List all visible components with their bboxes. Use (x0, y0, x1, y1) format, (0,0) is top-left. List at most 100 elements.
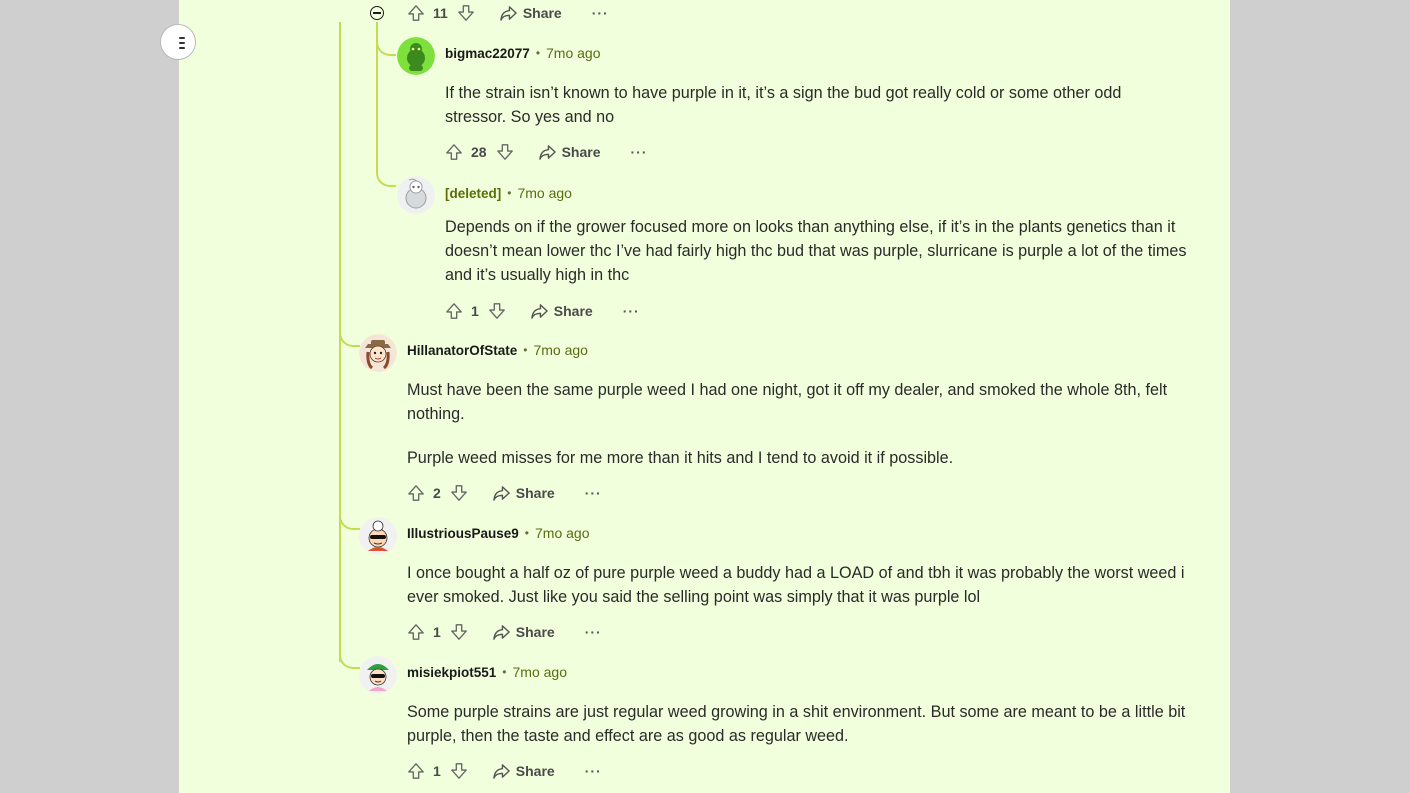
downvote-button[interactable] (496, 143, 514, 161)
downvote-button[interactable] (450, 484, 468, 502)
upvote-icon (408, 763, 424, 779)
timestamp[interactable]: 7mo ago (513, 664, 567, 680)
meta-separator: • (535, 46, 541, 60)
upvote-button[interactable] (407, 484, 425, 502)
share-icon (500, 5, 517, 21)
avatar (397, 176, 435, 214)
comment-body: Depends on if the grower focused more on… (445, 215, 1190, 287)
sidebar-toggle-button[interactable] (160, 24, 196, 60)
share-label: Share (522, 5, 562, 21)
upvote-button[interactable] (445, 143, 463, 161)
upvote-icon (408, 5, 424, 21)
comment-body: Some purple strains are just regular wee… (407, 700, 1197, 748)
comment-meta: bigmac22077 • 7mo ago (445, 45, 601, 61)
upvote-button[interactable] (445, 302, 463, 320)
username[interactable]: bigmac22077 (445, 46, 530, 61)
vote-count: 1 (471, 303, 479, 319)
comment-text: Must have been the same purple weed I ha… (407, 381, 1168, 423)
comment-text: If the strain isn’t known to have purple… (445, 84, 1122, 126)
username[interactable]: HillanatorOfState (407, 343, 517, 358)
share-button[interactable]: Share (492, 763, 555, 780)
comment-body: I once bought a half oz of pure purple w… (407, 561, 1197, 609)
comment-meta: HillanatorOfState • 7mo ago (407, 342, 588, 358)
share-button[interactable]: Share (538, 144, 601, 161)
meta-separator: • (502, 665, 507, 679)
avatar[interactable] (359, 334, 397, 372)
vote-count: 11 (433, 5, 448, 21)
meta-separator: • (523, 343, 528, 357)
timestamp[interactable]: 7mo ago (517, 185, 571, 201)
timestamp[interactable]: 7mo ago (533, 342, 587, 358)
parent-comment-actions: 11 Share ··· (407, 2, 609, 24)
comment-meta: misiekpiot551 • 7mo ago (407, 664, 567, 680)
share-label: Share (515, 624, 555, 640)
share-label: Share (561, 144, 601, 160)
comment-meta: [deleted] • 7mo ago (445, 185, 572, 201)
comment-body: If the strain isn’t known to have purple… (445, 81, 1185, 129)
meta-separator: • (524, 526, 529, 540)
comment-text: Depends on if the grower focused more on… (445, 218, 1187, 284)
downvote-button[interactable] (488, 302, 506, 320)
username[interactable]: misiekpiot551 (407, 665, 496, 680)
upvote-button[interactable] (407, 623, 425, 641)
more-options-button[interactable]: ··· (592, 5, 609, 21)
share-icon (493, 624, 510, 640)
vote-count: 1 (433, 624, 441, 640)
thread-line-outer[interactable] (339, 22, 341, 662)
more-options-button[interactable]: ··· (631, 144, 648, 160)
username: [deleted] (445, 185, 502, 201)
vote-count: 2 (433, 485, 441, 501)
upvote-button[interactable] (407, 4, 425, 22)
comment-meta: IllustriousPause9 • 7mo ago (407, 525, 589, 541)
downvote-button[interactable] (450, 623, 468, 641)
meta-separator: • (507, 186, 512, 200)
thread-connector (376, 168, 396, 187)
comment-body: Must have been the same purple weed I ha… (407, 378, 1197, 470)
comment-text: Some purple strains are just regular wee… (407, 703, 1186, 745)
comment-actions: 28 Share ··· (445, 141, 648, 163)
comment-actions: 1 Share ··· (445, 300, 640, 322)
thread-connector (339, 511, 360, 530)
share-button[interactable]: Share (492, 624, 555, 641)
collapse-icon[interactable] (370, 6, 384, 20)
comment-actions: 2 Share ··· (407, 482, 602, 504)
upvote-icon (446, 303, 462, 319)
downvote-button[interactable] (457, 4, 475, 22)
timestamp[interactable]: 7mo ago (546, 45, 600, 61)
share-button[interactable]: Share (499, 5, 562, 22)
share-button[interactable]: Share (530, 303, 593, 320)
vote-count: 1 (433, 763, 441, 779)
username[interactable]: IllustriousPause9 (407, 526, 519, 541)
avatar[interactable] (397, 37, 435, 75)
vote-count: 28 (471, 144, 487, 160)
upvote-icon (408, 624, 424, 640)
downvote-button[interactable] (450, 762, 468, 780)
downvote-icon (496, 144, 513, 160)
share-label: Share (515, 485, 555, 501)
downvote-icon (450, 624, 467, 640)
more-options-button[interactable]: ··· (585, 624, 602, 640)
share-icon (493, 485, 510, 501)
thread-connector (339, 650, 360, 669)
avatar[interactable] (359, 656, 397, 694)
more-options-button[interactable]: ··· (585, 763, 602, 779)
downvote-icon (450, 485, 467, 501)
timestamp[interactable]: 7mo ago (535, 525, 589, 541)
downvote-icon (457, 5, 474, 21)
share-icon (538, 144, 556, 160)
comments-page: 11 Share ··· bigmac22077 • 7mo ago If th… (179, 0, 1230, 793)
comment-actions: 1 Share ··· (407, 760, 602, 782)
share-icon (531, 303, 548, 319)
downvote-icon (450, 763, 467, 779)
more-options-button[interactable]: ··· (623, 303, 640, 319)
menu-icon (179, 37, 185, 49)
more-options-button[interactable]: ··· (585, 485, 602, 501)
upvote-icon (446, 144, 462, 160)
share-button[interactable]: Share (492, 485, 555, 502)
share-icon (493, 763, 510, 779)
upvote-button[interactable] (407, 762, 425, 780)
share-label: Share (515, 763, 555, 779)
share-label: Share (553, 303, 593, 319)
comment-text: I once bought a half oz of pure purple w… (407, 564, 1185, 606)
avatar[interactable] (359, 517, 397, 555)
